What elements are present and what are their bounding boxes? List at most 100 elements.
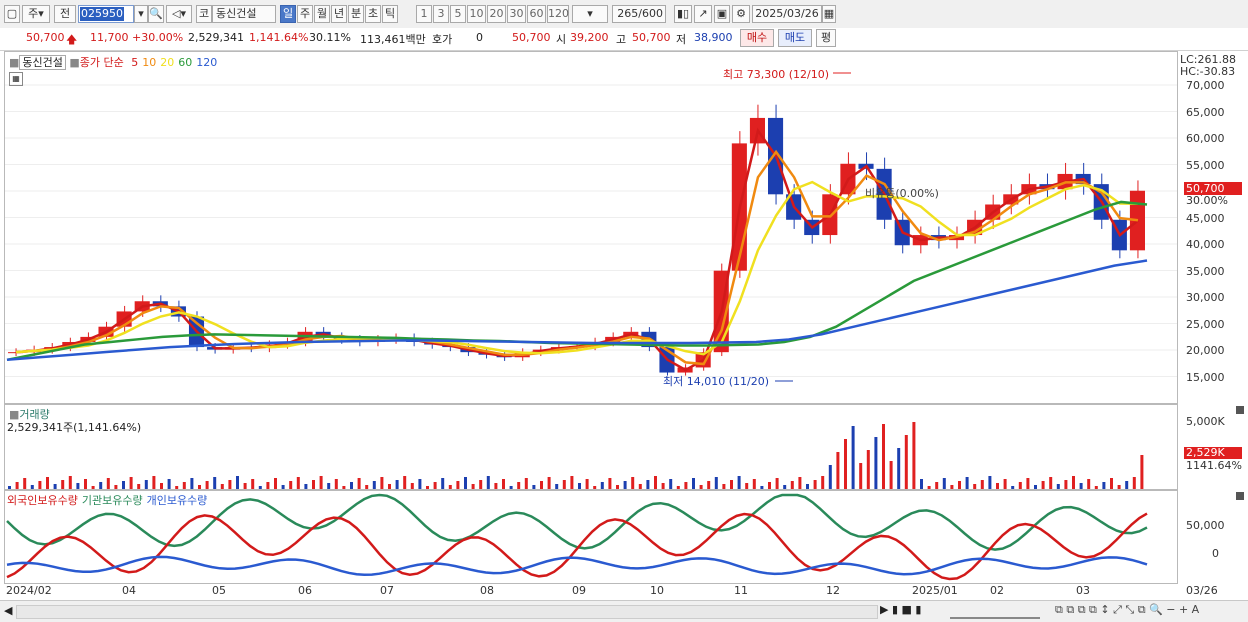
- volume-bar: [213, 477, 217, 489]
- volume-bar: [15, 482, 19, 489]
- interval-button[interactable]: 30: [507, 5, 526, 23]
- volume-bar: [471, 484, 475, 489]
- price-y-tick: 60,000: [1186, 132, 1225, 145]
- period-tab[interactable]: 분: [348, 5, 364, 23]
- volume-bar: [783, 485, 787, 489]
- period-tab[interactable]: 주: [297, 5, 313, 23]
- period-tab[interactable]: 년: [331, 5, 347, 23]
- price-change: 11,700: [90, 31, 129, 44]
- eval-button[interactable]: 평: [816, 29, 836, 47]
- holding-panel[interactable]: 외국인보유수량 기관보유수량 개인보유수량: [4, 490, 1178, 584]
- holding-close-icon[interactable]: [1236, 492, 1244, 500]
- volume-bar: [395, 480, 399, 489]
- period-select[interactable]: 주▾: [22, 5, 50, 23]
- volume-bar: [608, 478, 612, 489]
- interval-button[interactable]: 10: [467, 5, 486, 23]
- volume-bar: [289, 481, 293, 489]
- low-annotation: 최저 14,010 (11/20): [663, 375, 770, 388]
- volume-bar: [84, 479, 87, 489]
- change-percent: +30.00%: [132, 31, 184, 44]
- volume-bar: [365, 485, 369, 489]
- save-icon[interactable]: ▣: [714, 5, 730, 23]
- low-price: 38,900: [694, 31, 733, 44]
- volume-bar: [122, 481, 125, 489]
- amount: 113,461백만: [360, 33, 426, 46]
- interval-input[interactable]: ▾: [572, 5, 608, 23]
- buy-button[interactable]: 매수: [740, 29, 774, 47]
- ma-line: [15, 180, 1138, 356]
- volume-panel[interactable]: ■거래량 2,529,341주(1,141.64%): [4, 404, 1178, 490]
- settings-gear-icon[interactable]: ⚙: [732, 5, 750, 23]
- volume-bar: [1049, 477, 1053, 489]
- count-field[interactable]: 265/600: [612, 5, 666, 23]
- interval-button[interactable]: 5: [450, 5, 466, 23]
- volume-bar: [547, 477, 551, 489]
- volume-bar: [106, 478, 110, 489]
- volume-bar: [821, 476, 825, 489]
- price-legend: ■ 동신건설 ■종가 단순 5 10 20 60 120: [9, 55, 218, 70]
- bottom-tool-icons[interactable]: ⧉ ⧉ ⧉ ⧉ ↕ ⤢ ⤡ ⧉ 🔍 − + A: [1055, 603, 1199, 617]
- volume-bar: [251, 479, 255, 489]
- prev-button[interactable]: 전: [54, 5, 76, 23]
- open-price: 39,200: [570, 31, 609, 44]
- panel-close-icon[interactable]: [1236, 406, 1244, 414]
- market-label: 코: [196, 5, 212, 23]
- volume-bar: [1087, 479, 1091, 489]
- zoom-slider[interactable]: [950, 605, 1040, 619]
- volume-bar: [555, 484, 559, 489]
- interval-button[interactable]: 1: [416, 5, 432, 23]
- period-tab[interactable]: 월: [314, 5, 330, 23]
- volume-bar: [182, 482, 186, 489]
- low-label: 저: [676, 33, 687, 46]
- calendar-icon[interactable]: ▦: [822, 5, 836, 23]
- volume-bar: [958, 481, 961, 489]
- volume-bar: [866, 450, 870, 489]
- search-icon[interactable]: 🔍: [148, 5, 164, 23]
- volume-bar: [593, 486, 597, 489]
- volume-y-tick: 5,000K: [1186, 415, 1225, 428]
- volume-bar: [980, 480, 984, 489]
- holding-series-label: 개인보유수량: [146, 494, 208, 507]
- period-tab[interactable]: 초: [365, 5, 381, 23]
- period-tab[interactable]: 틱: [382, 5, 398, 23]
- stock-code-input[interactable]: 025950: [78, 5, 134, 23]
- volume-bar: [790, 481, 794, 489]
- price-y-tick: 20,000: [1186, 344, 1225, 357]
- date-field[interactable]: 2025/03/26: [752, 5, 822, 23]
- volume-bar: [676, 486, 680, 489]
- bottom-scrollbar[interactable]: ◀ ▶ ▮ ■ ▮ ⧉ ⧉ ⧉ ⧉ ↕ ⤢ ⤡ ⧉ 🔍 − + A: [0, 600, 1248, 622]
- volume-bar: [403, 476, 407, 489]
- volume-bar: [167, 479, 171, 489]
- price-chart-panel[interactable]: ■ 동신건설 ■종가 단순 5 10 20 60 120 ▦ 최고 73,300 (12/…: [4, 51, 1178, 404]
- volume-bar: [388, 484, 391, 489]
- period-tab[interactable]: 일: [280, 5, 296, 23]
- volume-bar: [479, 480, 483, 489]
- quote-bar: 50,700 🡅 11,700 +30.00% 2,529,341 1,141.…: [0, 28, 1248, 51]
- x-axis-label: 08: [480, 584, 494, 597]
- volume-bar: [935, 482, 939, 489]
- interval-button[interactable]: 60: [527, 5, 546, 23]
- scroll-track[interactable]: [16, 605, 878, 619]
- code-dropdown-icon[interactable]: ▾: [134, 5, 148, 23]
- layout-icon[interactable]: ▢: [4, 5, 20, 23]
- volume-bar: [8, 486, 11, 489]
- interval-button[interactable]: 120: [547, 5, 569, 23]
- volume-bar: [258, 486, 262, 489]
- stock-name-field[interactable]: 동신건설: [212, 5, 276, 23]
- scroll-left-icon[interactable]: ◀: [4, 604, 12, 617]
- volume-bar: [524, 478, 528, 489]
- candle-icon[interactable]: ▮▯: [674, 5, 692, 23]
- sound-icon[interactable]: ◁▾: [166, 5, 192, 23]
- volume-bar: [448, 485, 452, 489]
- volume-bar: [1102, 482, 1106, 489]
- sell-button[interactable]: 매도: [778, 29, 812, 47]
- draw-tool-icon[interactable]: ↗: [694, 5, 712, 23]
- grid-toggle-icon[interactable]: ▦: [9, 72, 23, 86]
- volume-bar: [228, 480, 232, 489]
- interval-button[interactable]: 20: [487, 5, 506, 23]
- ma-period-label: 10: [142, 56, 157, 69]
- playback-controls[interactable]: ▶ ▮ ■ ▮: [880, 603, 921, 616]
- volume-bar: [1072, 476, 1075, 489]
- interval-button[interactable]: 3: [433, 5, 449, 23]
- price-y-tick: 15,000: [1186, 370, 1225, 384]
